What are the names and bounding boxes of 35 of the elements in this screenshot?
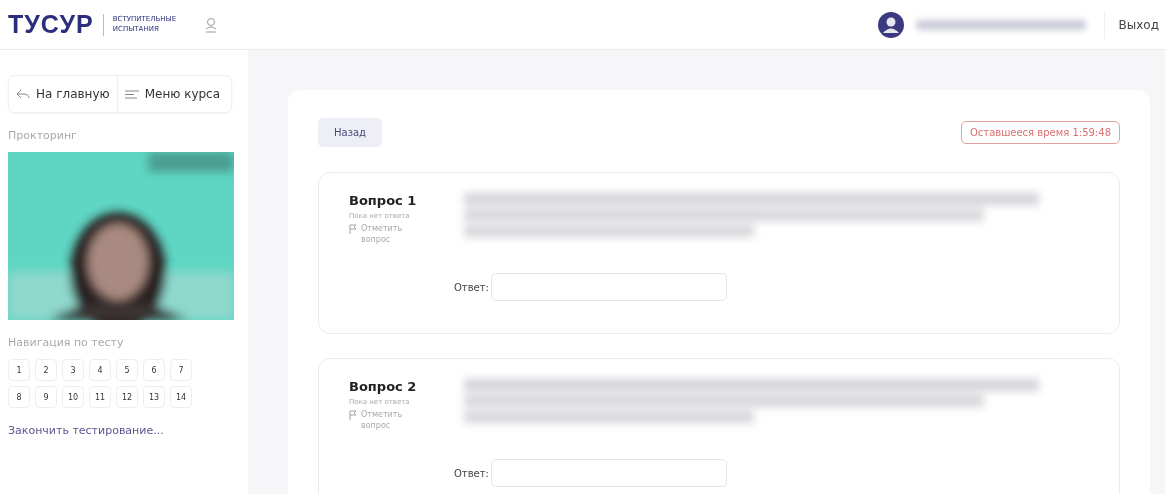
- question-number-button[interactable]: 8: [8, 386, 30, 408]
- logout-button[interactable]: Выход: [1104, 17, 1165, 32]
- question-number-button[interactable]: 3: [62, 359, 84, 381]
- flag-icon[interactable]: [349, 224, 357, 234]
- question-number-button[interactable]: 1: [8, 359, 30, 381]
- menu-icon: [124, 89, 139, 99]
- menu-button[interactable]: Меню курса: [116, 76, 228, 112]
- question-number-button[interactable]: 12: [116, 386, 138, 408]
- back-button[interactable]: На главную: [9, 76, 117, 112]
- finish-test-link[interactable]: Закончить тестирование...: [8, 424, 164, 437]
- answer-field[interactable]: [490, 459, 727, 487]
- question-number-button[interactable]: 11: [89, 386, 111, 408]
- question-number-button[interactable]: 4: [89, 359, 111, 381]
- timer-badge: Оставшееся время 1:59:48: [960, 121, 1120, 144]
- back-arrow-icon: [16, 89, 30, 99]
- avatar-icon[interactable]: [877, 11, 904, 38]
- question-number-button[interactable]: 9: [35, 386, 57, 408]
- flag-icon[interactable]: [349, 410, 357, 420]
- question-number-button[interactable]: 2: [35, 359, 57, 381]
- answer-label: Ответ:: [454, 281, 489, 293]
- answer-label: Ответ:: [454, 467, 489, 479]
- question-number-button[interactable]: 6: [143, 359, 165, 381]
- question-number-button[interactable]: 10: [62, 386, 84, 408]
- question-number-button[interactable]: 14: [170, 386, 192, 408]
- answer-field[interactable]: [490, 273, 727, 301]
- section-label: Навигация по тесту: [8, 336, 125, 349]
- back-button[interactable]: Назад: [318, 118, 382, 147]
- user-icon[interactable]: [204, 16, 217, 33]
- question-number-button[interactable]: 5: [116, 359, 138, 381]
- section-label: Прокторинг: [8, 129, 78, 142]
- question-title: Вопрос 2: [349, 379, 418, 394]
- question-title: Вопрос 1: [349, 193, 418, 208]
- logo[interactable]: ТУСУР: [8, 10, 94, 39]
- question-number-button[interactable]: 7: [170, 359, 192, 381]
- question-number-button[interactable]: 13: [143, 386, 165, 408]
